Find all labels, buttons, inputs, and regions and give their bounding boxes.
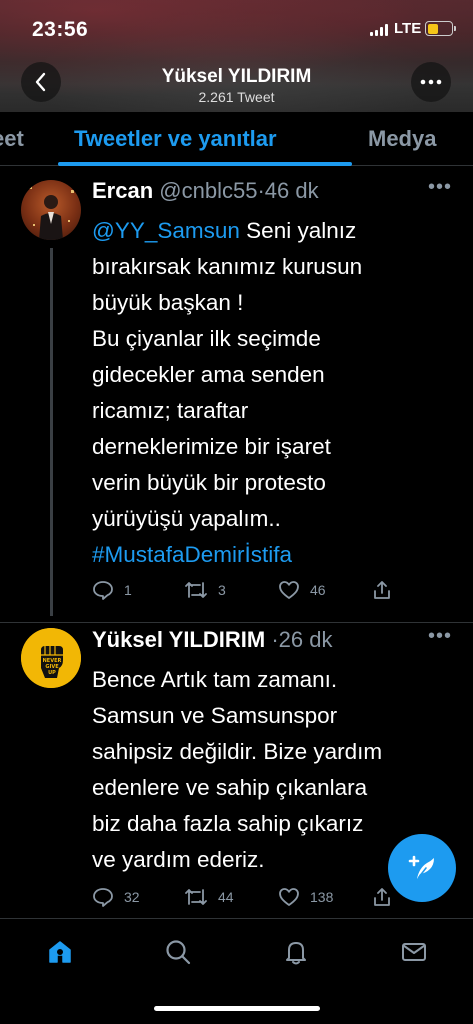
heart-icon xyxy=(279,888,299,906)
author-name[interactable]: Ercan xyxy=(92,178,153,203)
battery-icon xyxy=(425,21,456,36)
home-indicator[interactable] xyxy=(154,1006,320,1011)
compose-tweet-button[interactable] xyxy=(388,834,456,902)
avatar[interactable] xyxy=(21,180,81,240)
tweet-actions: 1 3 46 xyxy=(92,580,412,604)
tweet-divider xyxy=(0,622,473,623)
retweet-count: 3 xyxy=(218,582,226,598)
tweet-more-icon[interactable]: ••• xyxy=(428,176,452,199)
tweet-meta: Yüksel YILDIRIM ·26 dk xyxy=(92,627,332,653)
like-count: 138 xyxy=(310,889,334,905)
profile-name-title: Yüksel YILDIRIM xyxy=(161,66,312,87)
tweet-time: 46 dk xyxy=(264,178,319,203)
status-time: 23:56 xyxy=(32,18,89,41)
active-tab-indicator xyxy=(58,162,352,166)
reply-icon xyxy=(93,581,113,600)
tweet-line: büyük başkan ! xyxy=(92,290,244,315)
tweet-line: verin büyük bir protesto xyxy=(92,470,326,495)
mention-link[interactable]: @YY_Samsun xyxy=(92,218,240,243)
tweet-line: Bence Artık tam zamanı. xyxy=(92,667,338,692)
tweet-line: @YY_Samsun Seni yalnız xyxy=(92,213,462,249)
cellular-signal-icon xyxy=(370,24,388,36)
reply-button[interactable]: 1 xyxy=(92,580,132,600)
tab-tweets[interactable]: eet xyxy=(0,126,24,152)
person-photo-icon xyxy=(29,186,74,240)
tweet-count: 2.261 Tweet xyxy=(198,89,275,105)
tweet-line: bırakırsak kanımız kurusun xyxy=(92,254,363,279)
home-icon xyxy=(49,941,71,963)
retweet-icon xyxy=(185,889,207,905)
more-horizontal-icon xyxy=(420,79,442,85)
network-type: LTE xyxy=(394,20,422,37)
tweet-line: ricamız; taraftar xyxy=(92,398,249,423)
tweet-meta: Ercan @cnblc55·46 dk xyxy=(92,178,319,204)
nav-notifications[interactable] xyxy=(281,937,311,967)
author-handle[interactable]: @cnblc55 xyxy=(159,178,257,203)
profile-header: 23:56 LTE Yüksel YILDIRIM 2.261 Tweet xyxy=(0,0,473,112)
author-name[interactable]: Yüksel YILDIRIM xyxy=(92,627,265,652)
hashtag-link[interactable]: #MustafaDemirİstifa xyxy=(92,537,462,573)
retweet-button[interactable]: 3 xyxy=(184,580,226,600)
profile-tabs: eet Tweetler ve yanıtlar Medya xyxy=(0,112,473,166)
retweet-button[interactable]: 44 xyxy=(184,887,234,907)
thread-connector-line xyxy=(50,248,53,616)
tab-media[interactable]: Medya xyxy=(368,126,436,152)
nav-home[interactable] xyxy=(45,937,75,967)
share-icon xyxy=(374,888,390,906)
tweet-line-text: Seni yalnız xyxy=(239,218,357,243)
status-bar: 23:56 LTE xyxy=(0,0,473,58)
tweet-line: edenlere ve sahip çıkanlara xyxy=(92,775,368,800)
tweet-time: 26 dk xyxy=(278,627,333,652)
tweet-line: sahipsiz değildir. Bize yardım xyxy=(92,739,383,764)
reply-icon xyxy=(93,888,113,907)
tweet-line: derneklerimize bir işaret xyxy=(92,434,331,459)
avatar-text-line: UP xyxy=(48,670,56,676)
like-count: 46 xyxy=(310,582,326,598)
share-icon xyxy=(374,581,390,599)
tweet-line: Samsun ve Samsunspor xyxy=(92,703,338,728)
reply-count: 1 xyxy=(124,582,132,598)
retweet-count: 44 xyxy=(218,889,234,905)
like-button[interactable]: 46 xyxy=(278,580,326,600)
more-options-button[interactable] xyxy=(411,62,451,102)
tweet-actions: 32 44 138 xyxy=(92,887,412,911)
meta-separator: · xyxy=(271,627,279,652)
tab-tweets-and-replies[interactable]: Tweetler ve yanıtlar xyxy=(74,126,277,152)
reply-count: 32 xyxy=(124,889,140,905)
tweet-line: gidecekler ama senden xyxy=(92,362,325,387)
share-button[interactable] xyxy=(372,580,392,600)
nav-messages[interactable] xyxy=(399,937,429,967)
share-button[interactable] xyxy=(372,887,392,907)
retweet-icon xyxy=(185,582,207,598)
tweet-line: Bu çiyanlar ilk seçimde xyxy=(92,326,321,351)
search-icon xyxy=(166,940,191,965)
nav-search[interactable] xyxy=(163,937,193,967)
messages-icon xyxy=(402,943,426,961)
like-button[interactable]: 138 xyxy=(278,887,333,907)
meta-separator: · xyxy=(257,178,265,203)
notifications-icon xyxy=(286,942,306,965)
reply-button[interactable]: 32 xyxy=(92,887,140,907)
heart-icon xyxy=(279,581,299,599)
never-give-up-fist-icon: NEVER GIVE UP xyxy=(21,628,81,688)
tweet-line: yürüyüşü yapalım.. xyxy=(92,506,281,531)
compose-tweet-icon xyxy=(408,855,434,879)
avatar[interactable]: NEVER GIVE UP xyxy=(21,628,81,688)
tweet-more-icon[interactable]: ••• xyxy=(428,625,452,648)
tweet-text: @YY_Samsun Seni yalnız bırakırsak kanımı… xyxy=(92,213,462,573)
